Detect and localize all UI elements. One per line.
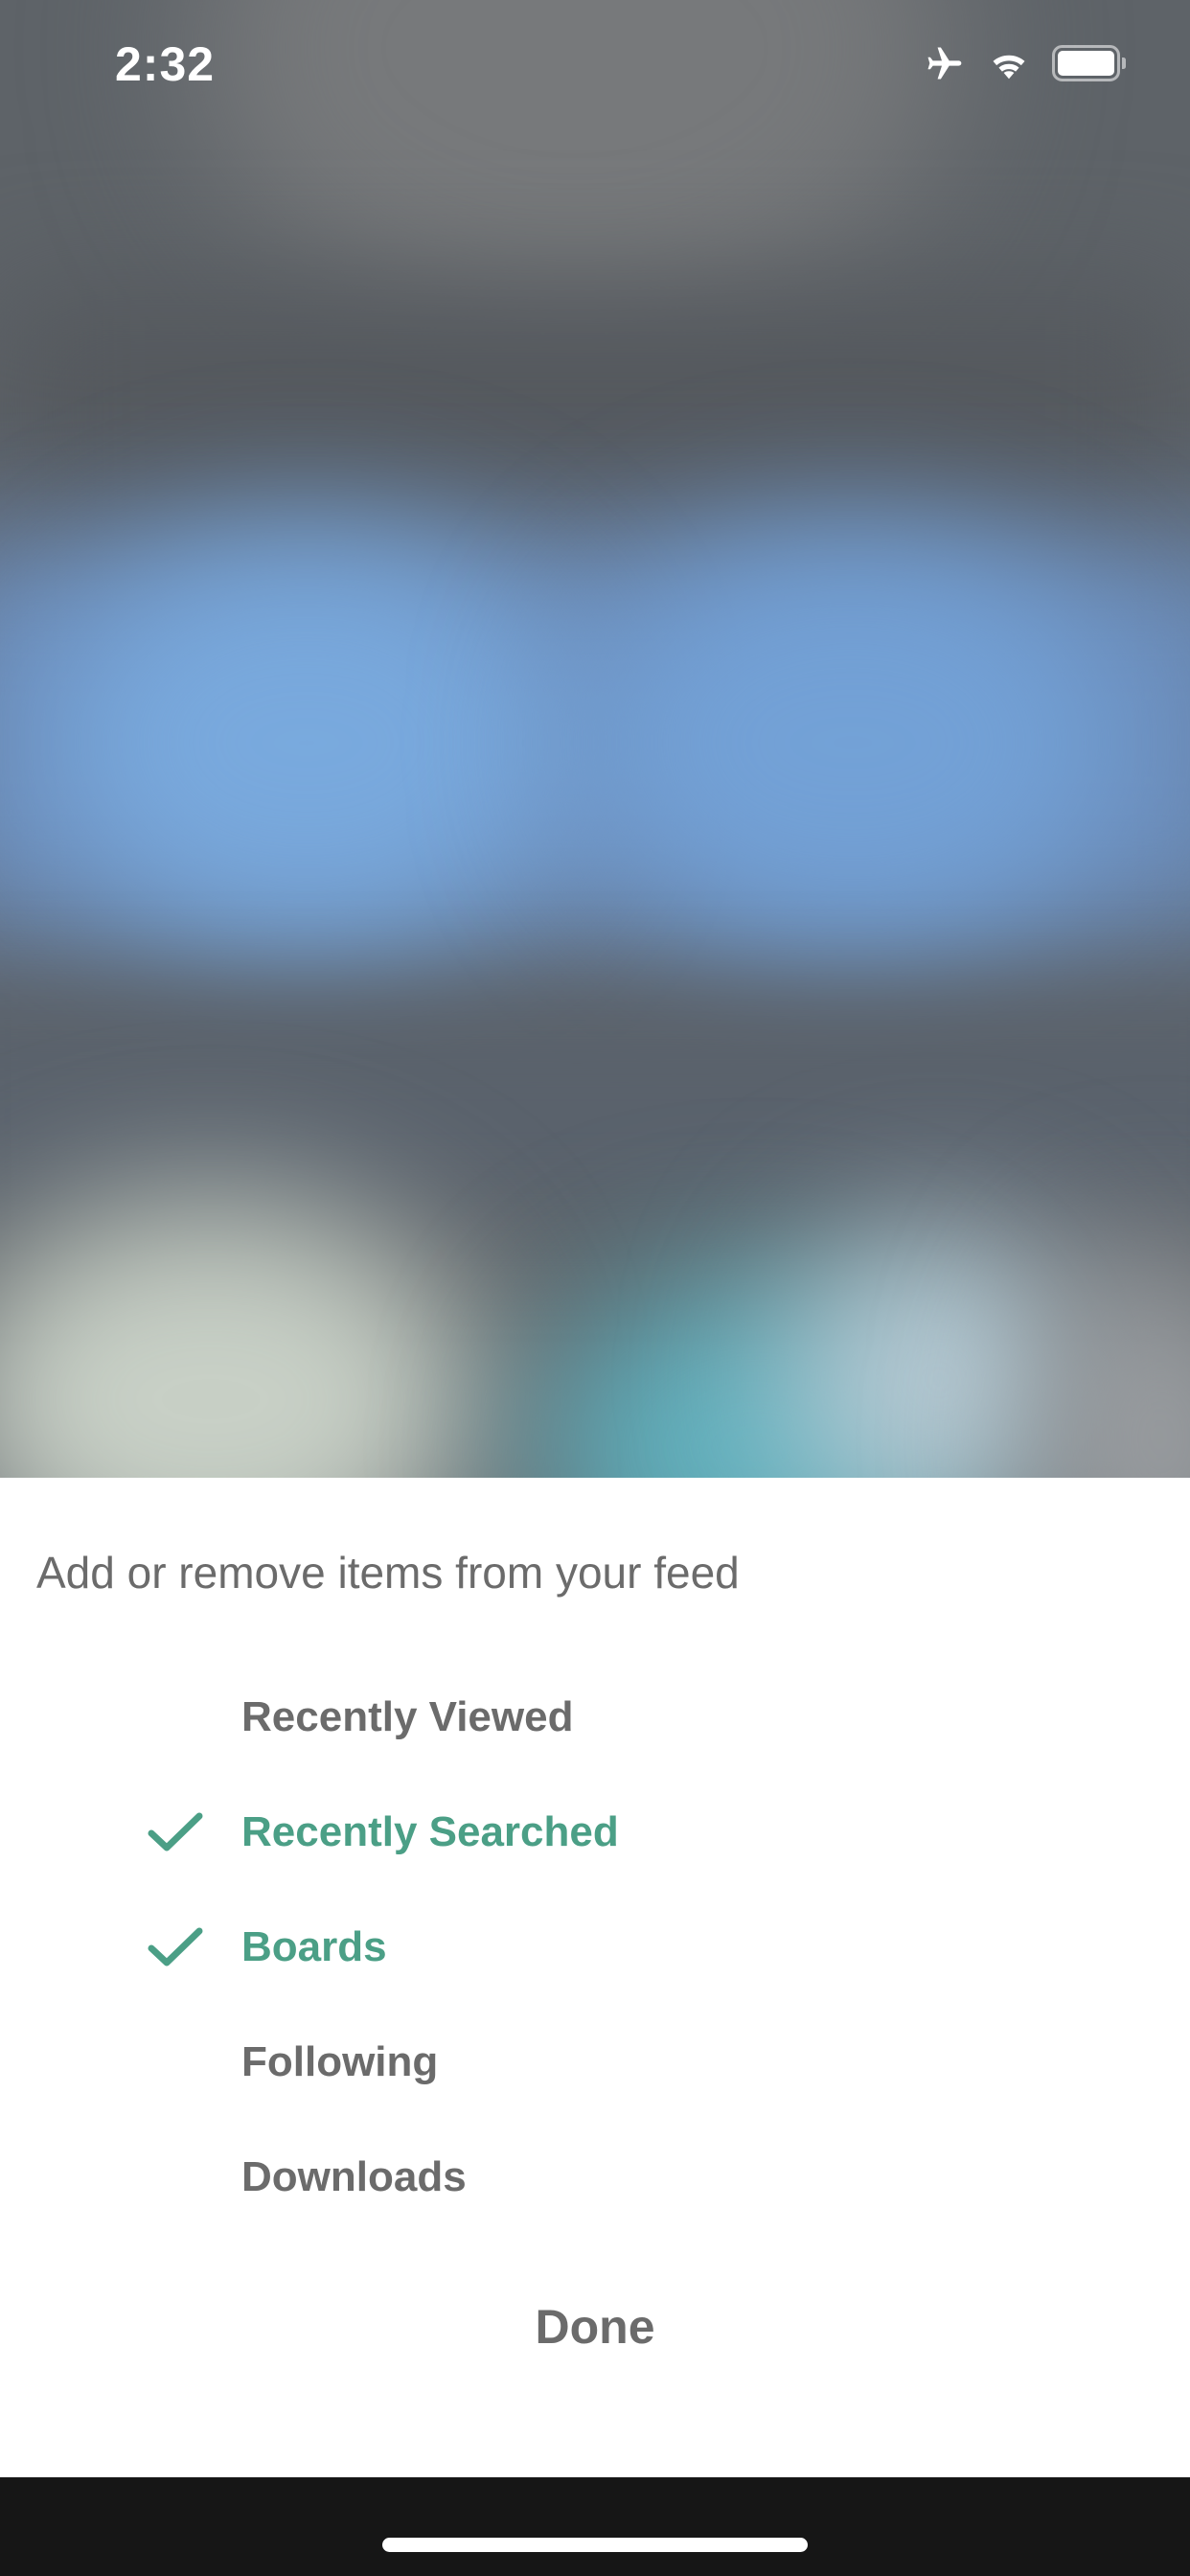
feed-option-label: Recently Viewed	[241, 1693, 574, 1740]
status-icons	[922, 42, 1127, 84]
feed-option-recently-viewed[interactable]: Recently Viewed	[0, 1660, 1190, 1775]
checkmark-icon	[148, 1811, 203, 1853]
sheet-heading: Add or remove items from your feed	[36, 1548, 740, 1598]
feed-option-recently-searched[interactable]: Recently Searched	[0, 1775, 1190, 1890]
checkmark-icon	[148, 1926, 203, 1968]
feed-option-label: Following	[241, 2038, 439, 2085]
battery-icon	[1052, 45, 1127, 81]
feed-option-following[interactable]: Following	[0, 2005, 1190, 2120]
airplane-icon	[922, 42, 966, 84]
feed-option-label: Boards	[241, 1923, 387, 1970]
status-bar: 2:32	[0, 0, 1190, 130]
feed-option-downloads[interactable]: Downloads	[0, 2120, 1190, 2235]
status-time: 2:32	[115, 37, 216, 91]
home-indicator-area	[0, 2477, 1190, 2576]
feed-option-label: Recently Searched	[241, 1808, 619, 1855]
wifi-icon	[987, 46, 1031, 80]
home-indicator[interactable]	[382, 2538, 808, 2552]
feed-option-label: Downloads	[241, 2153, 467, 2200]
done-button[interactable]: Done	[0, 2279, 1190, 2375]
feed-option-boards[interactable]: Boards	[0, 1890, 1190, 2005]
feed-options-list: Recently Viewed Recently Searched Boards…	[0, 1660, 1190, 2235]
blurred-background	[0, 0, 1190, 1478]
feed-settings-sheet: Add or remove items from your feed Recen…	[0, 1478, 1190, 2477]
